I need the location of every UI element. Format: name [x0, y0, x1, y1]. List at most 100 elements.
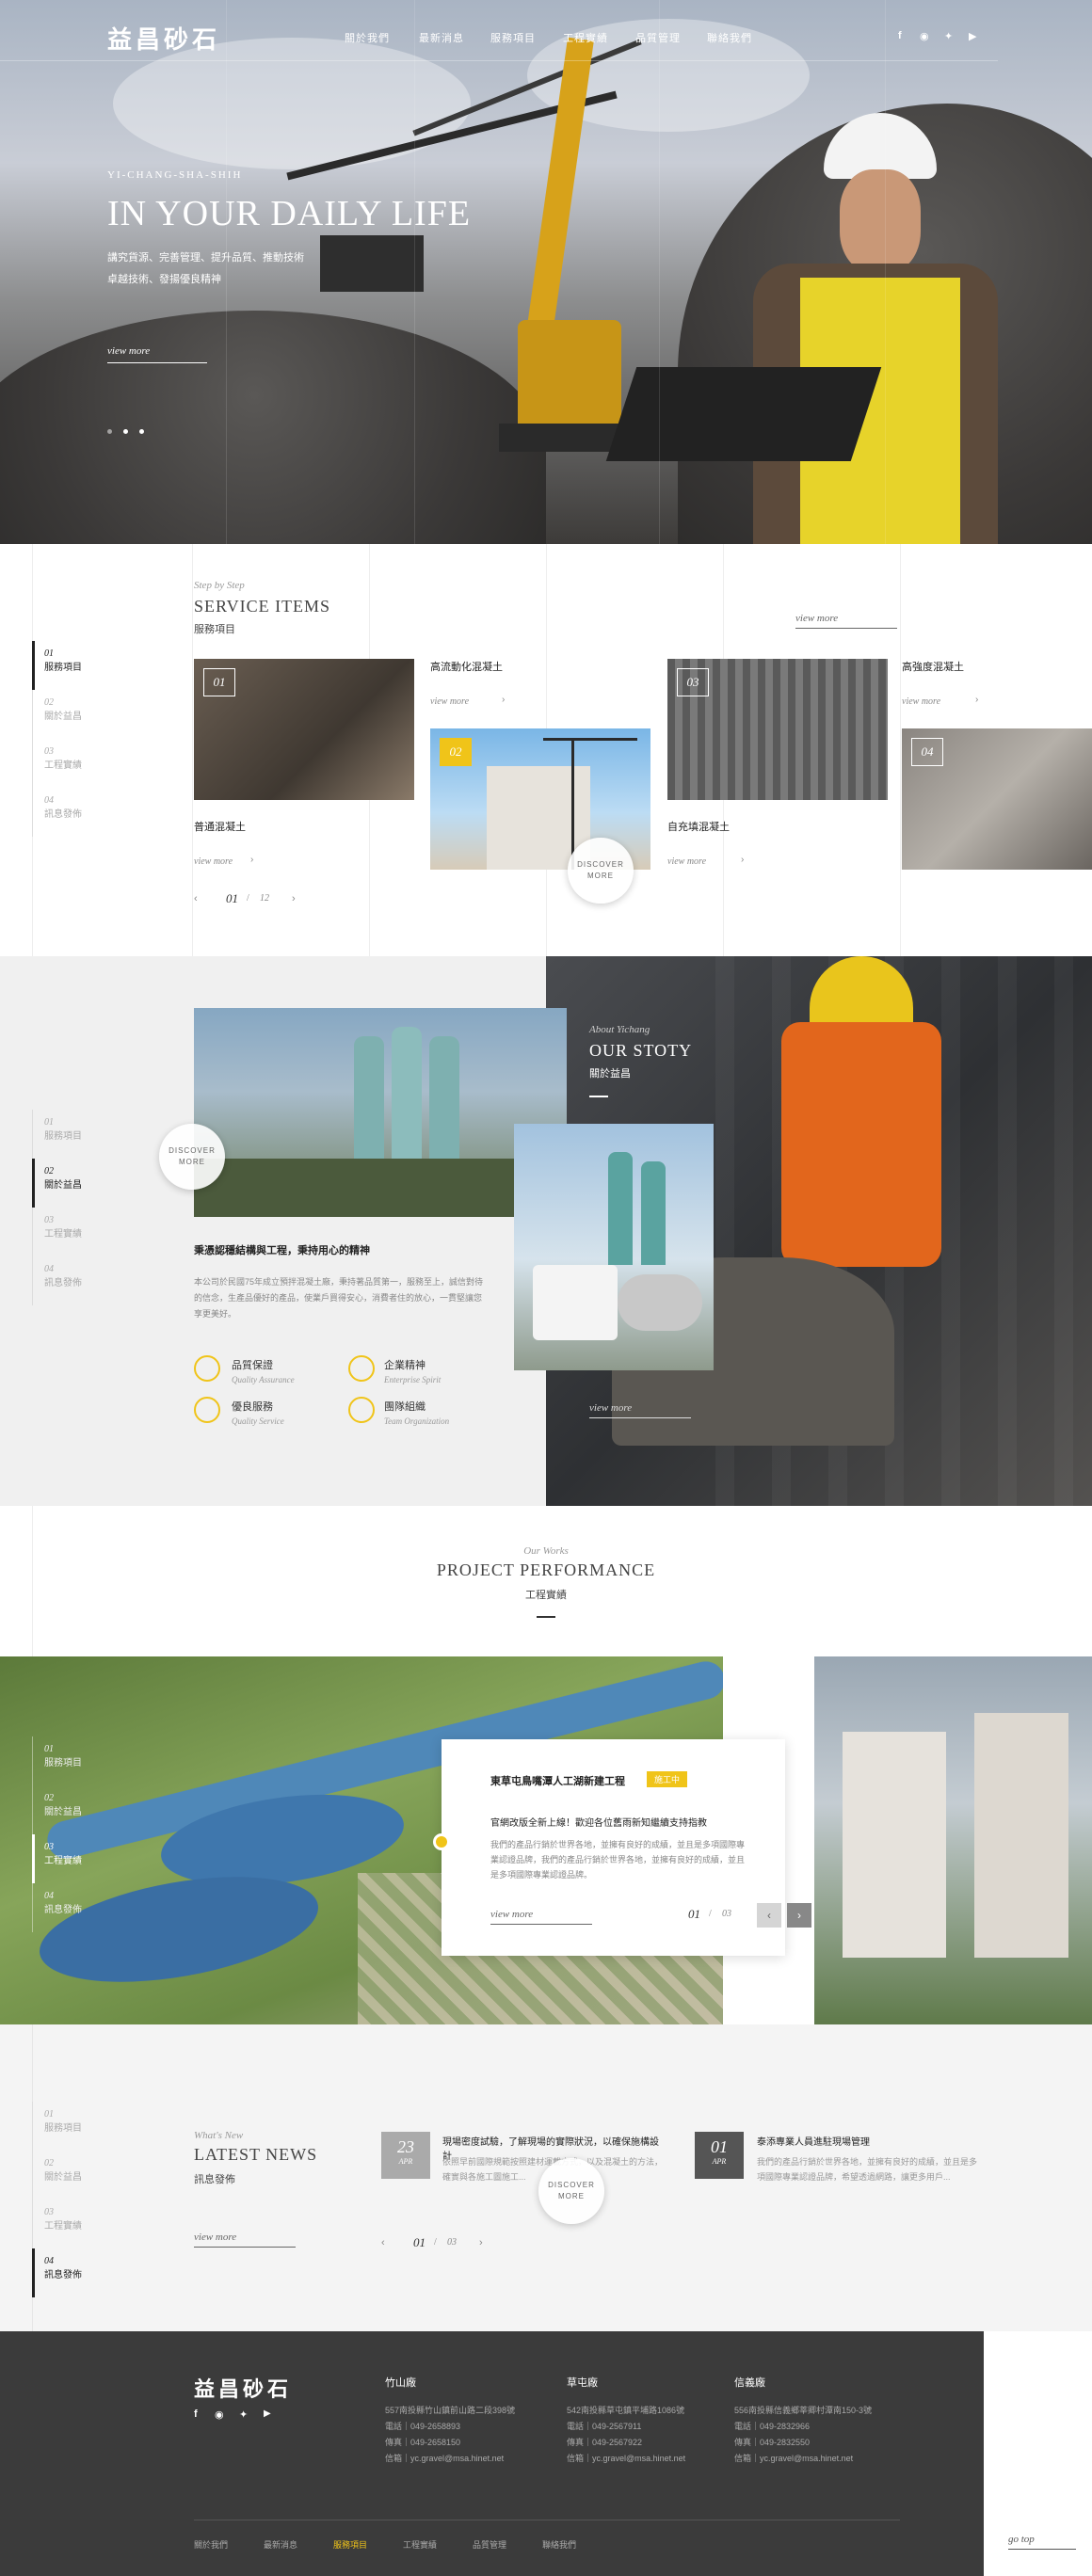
service-pager-total: 12 [260, 893, 269, 904]
nav-contact[interactable]: 聯絡我們 [707, 30, 752, 45]
hero-dot-3[interactable] [139, 429, 144, 434]
header-divider [0, 60, 998, 61]
news-title-2[interactable]: 泰添專業人員進駐現場管理 [757, 2134, 979, 2148]
discover-more-button[interactable]: DISCOVER MORE [538, 2158, 604, 2224]
nav-projects[interactable]: 工程實績 [563, 30, 608, 45]
service-section: 01 服務項目 02 關於益昌 03 工程實績 04 訊息發佈 Step by Step… [0, 544, 1092, 956]
hero-line-2: 卓越技術、發揚優良精神 [107, 274, 221, 285]
service-title-4[interactable]: 高強度混凝土 [902, 659, 964, 674]
hero-view-more[interactable]: view more [107, 345, 207, 363]
footer-nav-projects[interactable]: 工程實績 [403, 2538, 437, 2551]
about-view-more[interactable]: view more [589, 1402, 691, 1418]
youtube-icon[interactable]: ▶ [969, 30, 976, 42]
line-icon[interactable]: ◉ [920, 30, 929, 42]
service-image-1[interactable]: 01 [194, 659, 414, 800]
side-nav-news[interactable]: 04 訊息發佈 [32, 788, 136, 837]
twitter-icon[interactable]: ✦ [239, 2408, 248, 2421]
side-nav-projects[interactable]: 03 工程實績 [32, 739, 136, 788]
service-title-2[interactable]: 高流動化混凝土 [430, 659, 503, 674]
nav-services[interactable]: 服務項目 [490, 30, 536, 45]
site-logo[interactable]: 益昌砂石 [107, 21, 220, 56]
next-arrow-icon[interactable]: › [787, 1903, 811, 1928]
feature-quality-service: 優良服務 Quality Service [232, 1401, 284, 1426]
discover-more-button[interactable]: DISCOVER MORE [568, 838, 634, 904]
side-nav-services[interactable]: 01 服務項目 [32, 1736, 136, 1785]
prev-arrow-icon[interactable]: ‹ [757, 1903, 781, 1928]
hero-dot-1[interactable] [107, 429, 112, 434]
side-nav-projects[interactable]: 03 工程實績 [32, 1834, 136, 1883]
youtube-icon[interactable]: ▶ [264, 2408, 271, 2419]
feature-enterprise-spirit: 企業精神 Enterprise Spirit [384, 1360, 442, 1384]
about-plant-image [194, 1008, 567, 1217]
go-top-button[interactable]: go top [1008, 2534, 1076, 2550]
side-nav-about[interactable]: 02 關於益昌 [32, 690, 136, 739]
hero-dot-2[interactable] [123, 429, 128, 434]
about-title: OUR STOTY [589, 1041, 693, 1060]
site-footer: 益昌砂石 f ◉ ✦ ▶ 竹山廠 557南投縣竹山鎮前山路二段398號 電話｜0… [0, 2331, 984, 2576]
excavator-illustration [499, 37, 650, 452]
about-section: 01 服務項目 02 關於益昌 03 工程實績 04 訊息發佈 DISCOVER MOR… [0, 956, 1092, 1506]
project-pager-current: 01 [688, 1907, 700, 1921]
news-subtitle: What's New [194, 2130, 244, 2141]
about-title-cn: 關於益昌 [589, 1068, 631, 1080]
service-title-3[interactable]: 自充填混凝土 [667, 819, 730, 834]
feature-team-organization: 團隊組織 Team Organization [384, 1401, 450, 1426]
facebook-icon[interactable]: f [898, 30, 902, 41]
service-more-3[interactable]: view more [667, 856, 706, 867]
project-card: 東草屯鳥嘴潭人工湖新建工程 施工中 官網改版全新上線！歡迎各位舊雨新知繼續支持指… [433, 1739, 785, 1956]
side-nav: 01 服務項目 02 關於益昌 03 工程實績 04 訊息發佈 [32, 1736, 136, 1932]
discover-more-button[interactable]: DISCOVER MORE [159, 1124, 225, 1190]
prev-arrow-icon[interactable]: ‹ [194, 893, 198, 904]
service-view-more[interactable]: view more [795, 613, 897, 629]
side-nav-about[interactable]: 02 關於益昌 [32, 1159, 136, 1208]
go-top-area: go top [984, 2504, 1092, 2576]
side-nav-news[interactable]: 04 訊息發佈 [32, 2248, 136, 2297]
service-image-4[interactable]: 04 [902, 728, 1092, 870]
nav-quality[interactable]: 品質管理 [635, 30, 681, 45]
side-nav-projects[interactable]: 03 工程實績 [32, 2200, 136, 2248]
side-nav-services[interactable]: 01 服務項目 [32, 641, 136, 690]
footer-logo[interactable]: 益昌砂石 [194, 2373, 292, 2403]
footer-nav-about[interactable]: 關於我們 [194, 2538, 228, 2551]
about-body: 本公司於民國75年成立預拌混凝土廠，秉持著品質第一，服務至上，誠信對待的信念，生… [194, 1277, 484, 1319]
service-more-1[interactable]: view more [194, 856, 233, 867]
side-nav-news[interactable]: 04 訊息發佈 [32, 1256, 136, 1305]
service-title-1[interactable]: 普通混凝土 [194, 819, 246, 834]
team-organization-icon [348, 1397, 375, 1423]
next-arrow-icon[interactable]: › [479, 2237, 483, 2248]
nav-news[interactable]: 最新消息 [419, 30, 464, 45]
twitter-icon[interactable]: ✦ [944, 30, 953, 42]
service-more-2[interactable]: view more [430, 696, 469, 707]
footer-nav-quality[interactable]: 品質管理 [473, 2538, 506, 2551]
service-subtitle: Step by Step [194, 580, 245, 591]
nav-about[interactable]: 關於我們 [345, 30, 390, 45]
pager-separator: / [709, 1909, 712, 1919]
project-view-more[interactable]: view more [490, 1909, 592, 1925]
news-view-more[interactable]: view more [194, 2232, 296, 2248]
service-image-3[interactable]: 03 [667, 659, 888, 800]
news-date-2: 01 APR [695, 2132, 744, 2179]
hero-banner: 益昌砂石 關於我們 最新消息 服務項目 工程實績 品質管理 聯絡我們 f ◉ ✦… [0, 0, 1092, 544]
arrow-right-icon: › [250, 855, 254, 865]
side-nav-about[interactable]: 02 關於益昌 [32, 2151, 136, 2200]
side-nav-services[interactable]: 01 服務項目 [32, 2102, 136, 2151]
project-card-title[interactable]: 東草屯鳥嘴潭人工湖新建工程 [490, 1773, 625, 1788]
line-icon[interactable]: ◉ [215, 2408, 224, 2421]
side-nav-services[interactable]: 01 服務項目 [32, 1110, 136, 1159]
service-more-4[interactable]: view more [902, 696, 940, 707]
next-arrow-icon[interactable]: › [292, 893, 296, 904]
news-title: LATEST NEWS [194, 2145, 318, 2164]
footer-nav-news[interactable]: 最新消息 [264, 2538, 297, 2551]
facebook-icon[interactable]: f [194, 2408, 198, 2420]
footer-nav-contact[interactable]: 聯絡我們 [542, 2538, 576, 2551]
side-nav-projects[interactable]: 03 工程實績 [32, 1208, 136, 1256]
project-pager-total: 03 [722, 1909, 731, 1919]
arrow-right-icon: › [975, 695, 979, 705]
service-title-cn: 服務項目 [194, 624, 235, 635]
footer-nav-services[interactable]: 服務項目 [333, 2538, 367, 2551]
side-nav-news[interactable]: 04 訊息發佈 [32, 1883, 136, 1932]
prev-arrow-icon[interactable]: ‹ [381, 2237, 385, 2248]
service-pager-current: 01 [226, 891, 238, 905]
news-pager-total: 03 [447, 2237, 457, 2248]
side-nav-about[interactable]: 02 關於益昌 [32, 1785, 136, 1834]
